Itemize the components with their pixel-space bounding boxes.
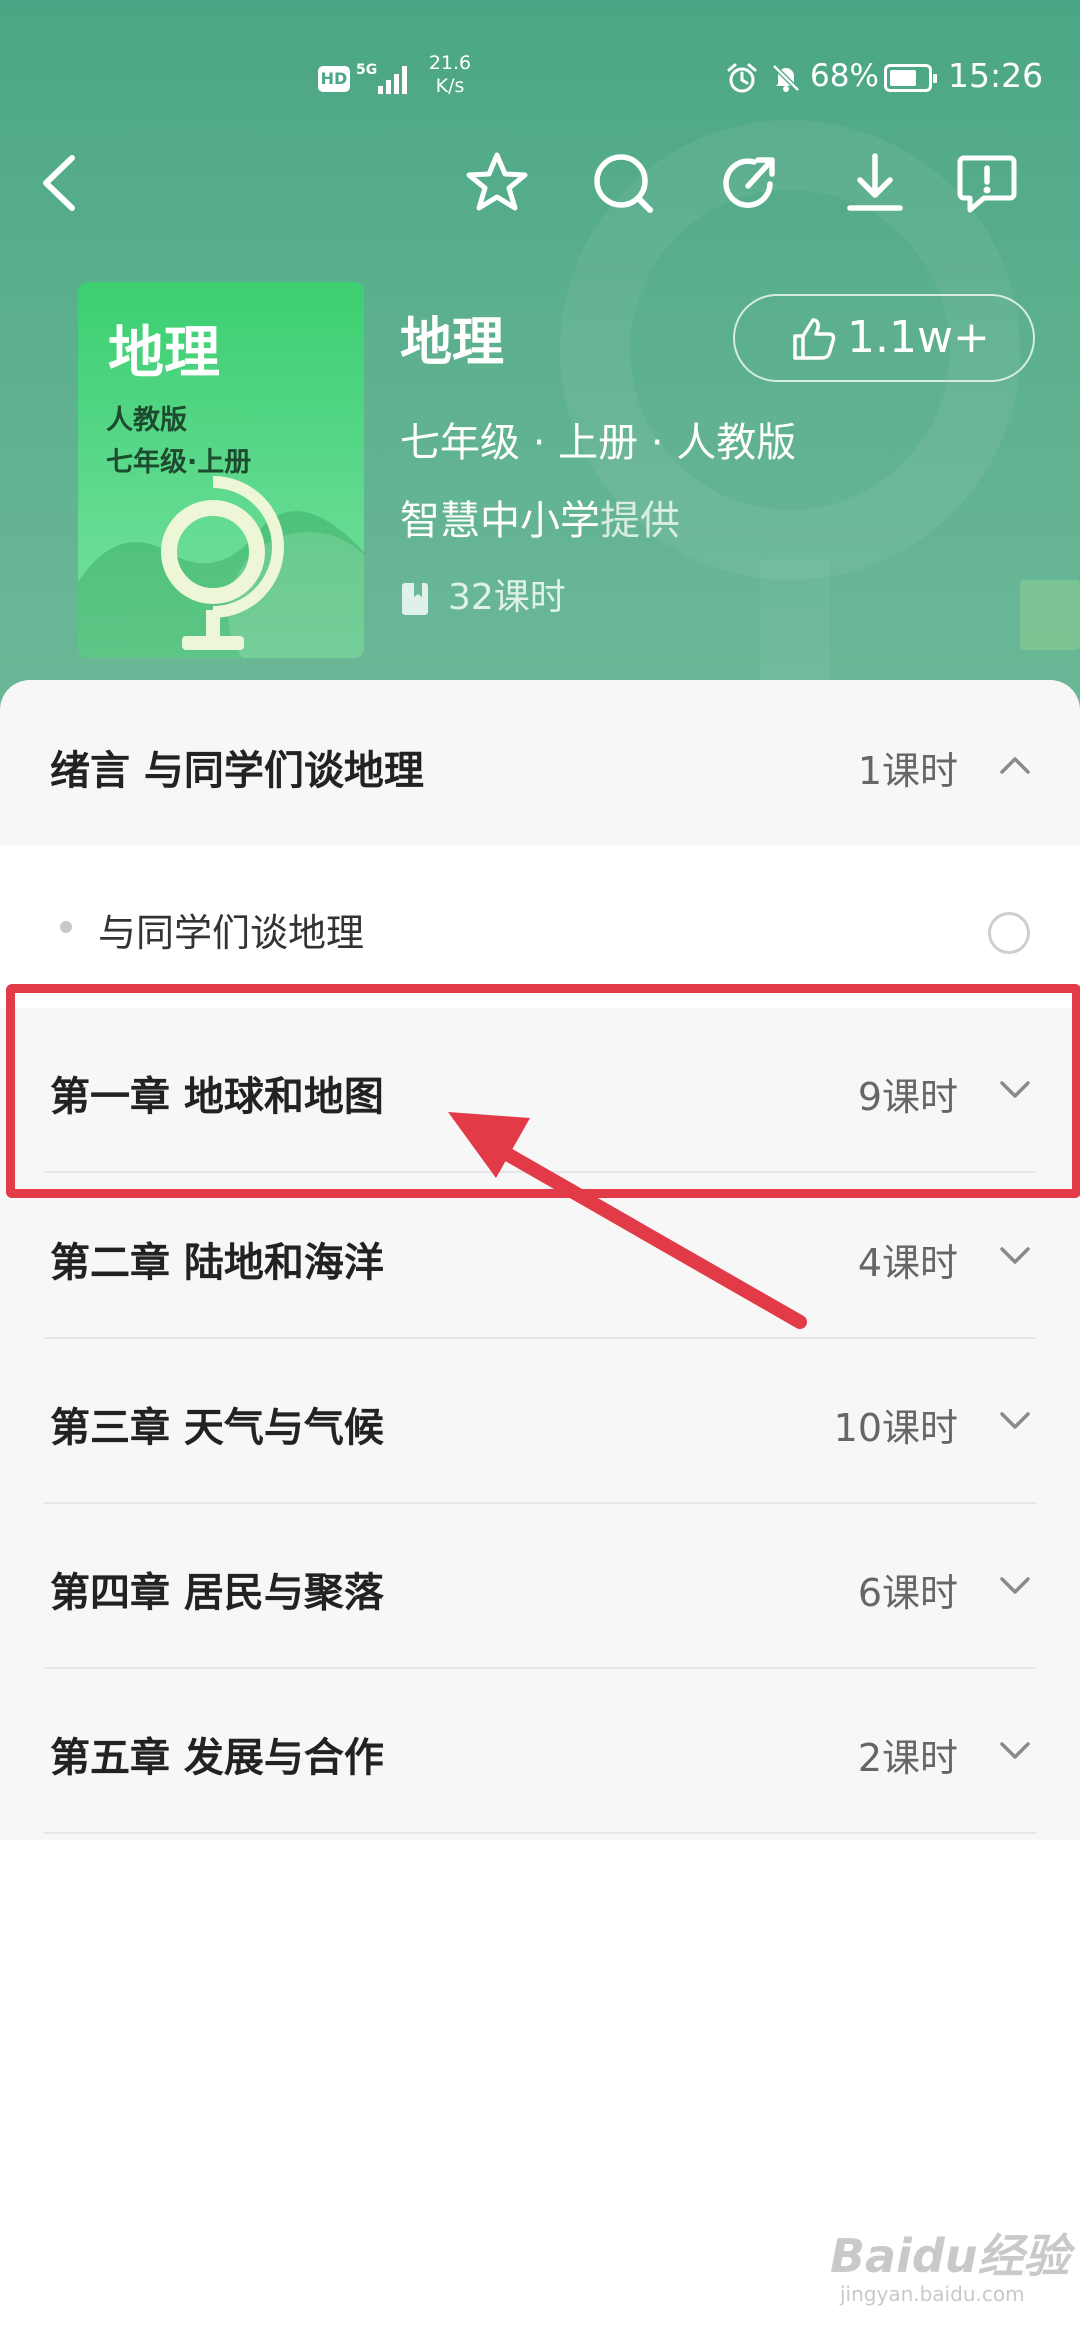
alarm-icon	[727, 63, 757, 93]
intro-title: 绪言 与同学们谈地理	[50, 748, 424, 794]
background-block-decoration	[1020, 580, 1080, 650]
book-header: HD 5G 21.6 K/s 68% 15:26 地理 人教版 七年级·上册 地…	[0, 0, 1080, 720]
back-icon[interactable]	[24, 148, 94, 218]
signal-icon	[378, 64, 412, 94]
chapter-row[interactable]: 第三章 天气与气候 10课时	[0, 1339, 1080, 1504]
bullet-dot	[60, 921, 72, 933]
book-provider: 智慧中小学提供	[400, 488, 680, 546]
lesson-count-text: 32课时	[448, 577, 566, 618]
watermark-site: jingyan.baidu.com	[840, 2282, 1025, 2306]
chapter-row[interactable]: 第二章 陆地和海洋 4课时	[0, 1174, 1080, 1339]
book-cover: 地理 人教版 七年级·上册	[78, 282, 364, 658]
clock: 15:26	[948, 56, 1044, 95]
chapter-hours: 2课时	[857, 1736, 958, 1780]
chapter-list-panel: 绪言 与同学们谈地理 1课时 与同学们谈地理 第一章 地球和地图 9课时 第二章…	[0, 680, 1080, 1840]
star-icon[interactable]	[462, 148, 532, 218]
share-icon[interactable]	[714, 148, 784, 218]
lesson-title: 与同学们谈地理	[98, 911, 365, 955]
intro-section-header[interactable]: 绪言 与同学们谈地理 1课时	[0, 680, 1080, 846]
chapter-row[interactable]: 第四章 居民与聚落 6课时	[0, 1504, 1080, 1669]
chapter-title: 第四章 居民与聚落	[50, 1570, 384, 1616]
intro-hours: 1课时	[857, 749, 958, 793]
divider	[44, 1832, 1036, 1834]
speed-value: 21.6	[428, 52, 472, 74]
chevron-down-icon	[1000, 1742, 1030, 1759]
highlight-box	[6, 984, 1080, 1198]
chevron-down-icon	[1000, 1577, 1030, 1594]
book-grade-edition: 七年级 · 上册 · 人教版	[400, 420, 797, 466]
chapter-title: 第五章 发展与合作	[50, 1735, 384, 1781]
chevron-down-icon	[1000, 1247, 1030, 1264]
book-title: 地理	[400, 313, 505, 373]
speed-unit: K/s	[435, 75, 465, 97]
globe-illustration	[78, 476, 364, 658]
feedback-icon[interactable]	[952, 148, 1022, 218]
hd-badge: HD	[318, 66, 350, 92]
like-button[interactable]: 1.1w+	[733, 294, 1035, 382]
cover-edition: 人教版	[106, 405, 187, 436]
lesson-count: 32课时	[400, 568, 566, 620]
network-speed: 21.6 K/s	[420, 52, 480, 98]
download-icon[interactable]	[840, 148, 910, 218]
provider-name: 智慧中小学	[400, 498, 600, 544]
chevron-up-icon	[1000, 757, 1030, 774]
chevron-down-icon	[1000, 1412, 1030, 1429]
thumbs-up-icon	[793, 318, 836, 360]
battery-percent: 68%	[810, 58, 879, 94]
lesson-progress-radio[interactable]	[988, 912, 1030, 954]
chapter-hours: 10课时	[833, 1406, 958, 1450]
battery-icon	[884, 64, 937, 92]
watermark-brand: Baidu经验	[830, 2229, 1070, 2283]
chapter-title: 第二章 陆地和海洋	[50, 1240, 384, 1286]
book-icon	[402, 583, 428, 615]
chapter-title: 第三章 天气与气候	[50, 1405, 384, 1451]
provider-suffix: 提供	[600, 498, 680, 544]
chapter-hours: 6课时	[857, 1571, 958, 1615]
like-count: 1.1w+	[847, 312, 990, 363]
mute-bell-icon	[772, 64, 800, 92]
chapter-hours: 4课时	[857, 1241, 958, 1285]
network-type: 5G	[356, 62, 378, 78]
baidu-watermark: Baidu经验 jingyan.baidu.com	[830, 2220, 1070, 2306]
cover-title: 地理	[108, 320, 220, 386]
search-icon[interactable]	[588, 148, 658, 218]
status-bar: HD 5G 21.6 K/s 68% 15:26	[0, 52, 1080, 102]
chapter-row[interactable]: 第五章 发展与合作 2课时	[0, 1669, 1080, 1834]
